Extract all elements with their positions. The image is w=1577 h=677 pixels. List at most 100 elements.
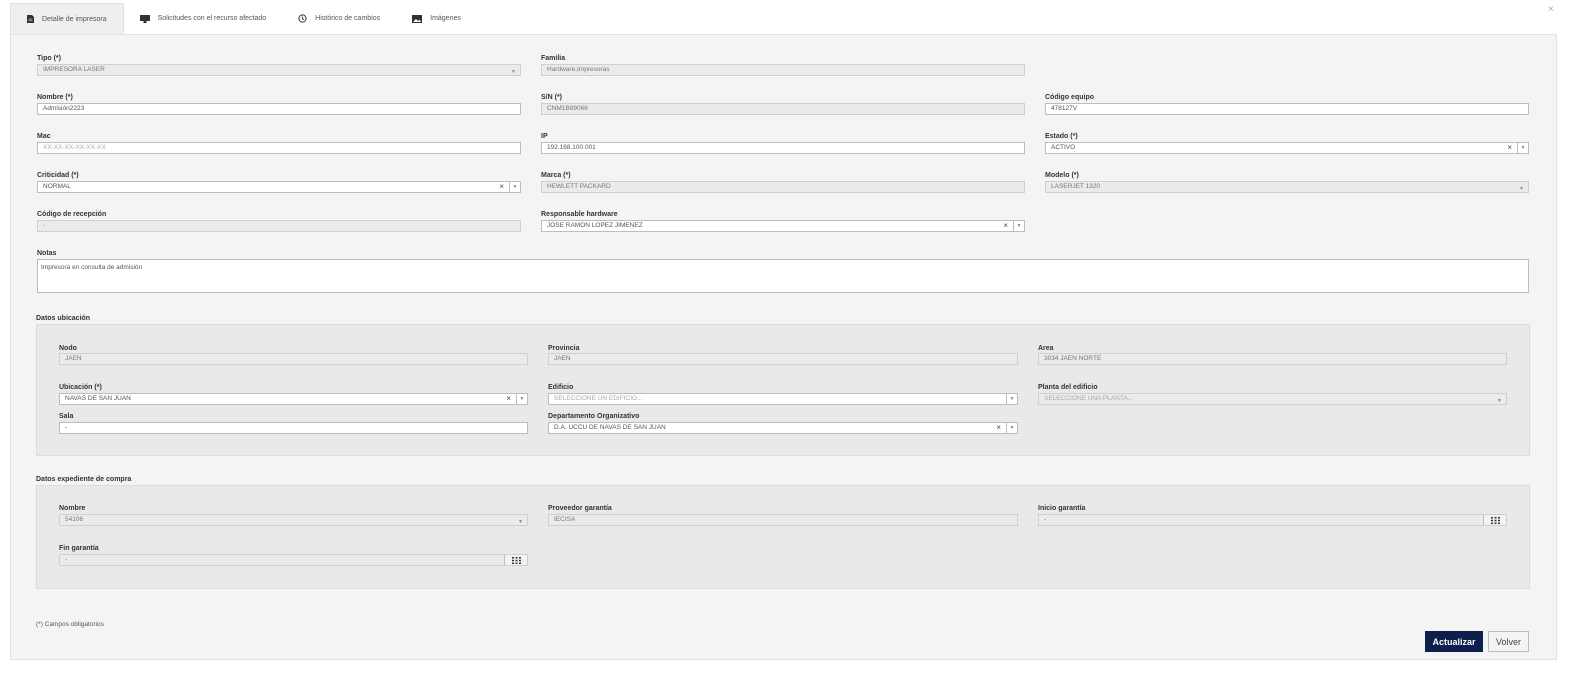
tab-imagenes[interactable]: Imágenes xyxy=(396,3,477,34)
nombre-input[interactable]: Admisión2223 xyxy=(37,103,521,115)
responsable-hardware-select[interactable]: JOSE RAMON LOPEZ JIMENEZ × ▼ xyxy=(541,220,1025,232)
clear-icon[interactable]: × xyxy=(499,182,504,192)
codigo-recepcion-field: - xyxy=(37,220,521,232)
sala-input[interactable]: - xyxy=(59,422,528,434)
nodo-value: JAEN xyxy=(65,355,82,362)
clear-icon[interactable]: × xyxy=(506,394,511,404)
tab-detalle-impresora[interactable]: Detalle de impresora xyxy=(10,3,124,34)
chevron-down-icon[interactable]: ▼ xyxy=(516,394,527,404)
mac-label: Mac xyxy=(37,133,51,140)
sala-value: - xyxy=(65,424,68,431)
chevron-down-icon[interactable]: ▼ xyxy=(509,182,520,192)
tipo-label: Tipo (*) xyxy=(37,55,61,62)
nodo-field: JAEN xyxy=(59,353,528,365)
clear-icon[interactable]: × xyxy=(1507,143,1512,153)
ip-input[interactable]: 192.168.100.001 xyxy=(541,142,1025,154)
monitor-icon xyxy=(139,14,150,23)
area-value: 3034 JAEN NORTE xyxy=(1044,355,1102,362)
back-button[interactable]: Volver xyxy=(1488,631,1529,652)
ubicacion-select[interactable]: NAVAS DE SAN JUAN × ▼ xyxy=(59,393,528,405)
edificio-label: Edificio xyxy=(548,384,574,391)
clear-icon[interactable]: × xyxy=(1003,221,1008,231)
departamento-value: D.A. UCCU DE NAVAS DE SAN JUAN xyxy=(554,424,666,431)
marca-label: Marca (*) xyxy=(541,172,571,179)
ubicacion-value: NAVAS DE SAN JUAN xyxy=(65,395,131,402)
area-label: Area xyxy=(1038,345,1054,352)
provincia-label: Provincia xyxy=(548,345,580,352)
sn-field: CNM1B89066 xyxy=(541,103,1025,115)
expediente-nombre-select[interactable]: 54106 ▼ xyxy=(59,514,528,526)
responsable-hardware-value: JOSE RAMON LOPEZ JIMENEZ xyxy=(547,222,643,229)
codigo-equipo-label: Código equipo xyxy=(1045,94,1094,101)
ubicacion-box xyxy=(36,324,1530,456)
calendar-icon[interactable] xyxy=(1483,515,1506,525)
mac-input[interactable]: XX-XX-XX-XX-XX-XX xyxy=(37,142,521,154)
expediente-nombre-value: 54106 xyxy=(65,516,84,523)
mac-placeholder: XX-XX-XX-XX-XX-XX xyxy=(43,144,106,151)
compra-box xyxy=(36,485,1530,589)
sn-label: S/N (*) xyxy=(541,94,562,101)
planta-placeholder: SELECCIONE UNA PLANTA... xyxy=(1044,395,1134,402)
chevron-down-icon: ▼ xyxy=(1519,186,1524,192)
notas-textarea[interactable]: Impresora en consulta de admisión xyxy=(37,259,1529,293)
tab-label: Solicitudes con el recurso afectado xyxy=(157,15,267,22)
nombre-label: Nombre (*) xyxy=(37,94,73,101)
estado-label: Estado (*) xyxy=(1045,133,1078,140)
compra-section-title: Datos expediente de compra xyxy=(36,476,132,483)
familia-field: Hardware,Impresoras xyxy=(541,64,1025,76)
close-icon[interactable]: × xyxy=(1548,4,1554,15)
area-field: 3034 JAEN NORTE xyxy=(1038,353,1507,365)
marca-field: HEWLETT PACKARD xyxy=(541,181,1025,193)
tab-solicitudes[interactable]: Solicitudes con el recurso afectado xyxy=(124,3,283,34)
fin-garantia-field[interactable]: - xyxy=(59,554,528,566)
document-icon xyxy=(27,15,34,23)
codigo-equipo-value: 478127V xyxy=(1051,105,1078,112)
marca-value: HEWLETT PACKARD xyxy=(547,183,611,190)
modelo-select[interactable]: LASERJET 1320 ▼ xyxy=(1045,181,1529,193)
nombre-value: Admisión2223 xyxy=(43,105,85,112)
departamento-select[interactable]: D.A. UCCU DE NAVAS DE SAN JUAN × ▼ xyxy=(548,422,1018,434)
edificio-select[interactable]: SELECCIONE UN EDIFICIO... ▼ xyxy=(548,393,1018,405)
codigo-recepcion-label: Código de recepción xyxy=(37,211,107,218)
calendar-icon[interactable] xyxy=(504,555,527,565)
clear-icon[interactable]: × xyxy=(996,423,1001,433)
nodo-label: Nodo xyxy=(59,345,77,352)
proveedor-field: IECISA xyxy=(548,514,1018,526)
fin-garantia-label: Fin garantía xyxy=(59,545,99,552)
update-button[interactable]: Actualizar xyxy=(1425,631,1483,652)
notas-label: Notas xyxy=(37,250,57,257)
tab-bar: Detalle de impresora Solicitudes con el … xyxy=(10,3,477,34)
inicio-garantia-field[interactable]: - xyxy=(1038,514,1507,526)
expediente-nombre-label: Nombre xyxy=(59,505,86,512)
tab-label: Histórico de cambios xyxy=(315,15,381,22)
familia-value: Hardware,Impresoras xyxy=(547,66,610,73)
chevron-down-icon[interactable]: ▼ xyxy=(1517,143,1528,153)
planta-label: Planta del edificio xyxy=(1038,384,1098,391)
chevron-down-icon: ▼ xyxy=(1497,398,1502,404)
required-fields-note: (*) Campos obligatorios xyxy=(36,621,104,628)
planta-select[interactable]: SELECCIONE UNA PLANTA... ▼ xyxy=(1038,393,1507,405)
responsable-hardware-label: Responsable hardware xyxy=(541,211,618,218)
chevron-down-icon[interactable]: ▼ xyxy=(1006,394,1017,404)
criticidad-select[interactable]: NORMAL × ▼ xyxy=(37,181,521,193)
chevron-down-icon: ▼ xyxy=(511,69,516,75)
history-icon xyxy=(298,14,307,23)
modelo-label: Modelo (*) xyxy=(1045,172,1079,179)
chevron-down-icon[interactable]: ▼ xyxy=(1013,221,1024,231)
fin-garantia-value: - xyxy=(65,556,68,563)
image-icon xyxy=(412,14,423,23)
ip-value: 192.168.100.001 xyxy=(547,144,596,151)
tipo-select[interactable]: IMPRESORA LASER ▼ xyxy=(37,64,521,76)
tab-historico[interactable]: Histórico de cambios xyxy=(282,3,396,34)
provincia-value: JAEN xyxy=(554,355,571,362)
codigo-equipo-input[interactable]: 478127V xyxy=(1045,103,1529,115)
proveedor-value: IECISA xyxy=(554,516,576,523)
chevron-down-icon[interactable]: ▼ xyxy=(1006,423,1017,433)
criticidad-label: Criticidad (*) xyxy=(37,172,79,179)
estado-select[interactable]: ACTIVO × ▼ xyxy=(1045,142,1529,154)
tab-label: Imágenes xyxy=(430,15,461,22)
edificio-placeholder: SELECCIONE UN EDIFICIO... xyxy=(554,395,643,402)
sala-label: Sala xyxy=(59,413,74,420)
inicio-garantia-value: - xyxy=(1044,516,1047,523)
modelo-value: LASERJET 1320 xyxy=(1051,183,1101,190)
